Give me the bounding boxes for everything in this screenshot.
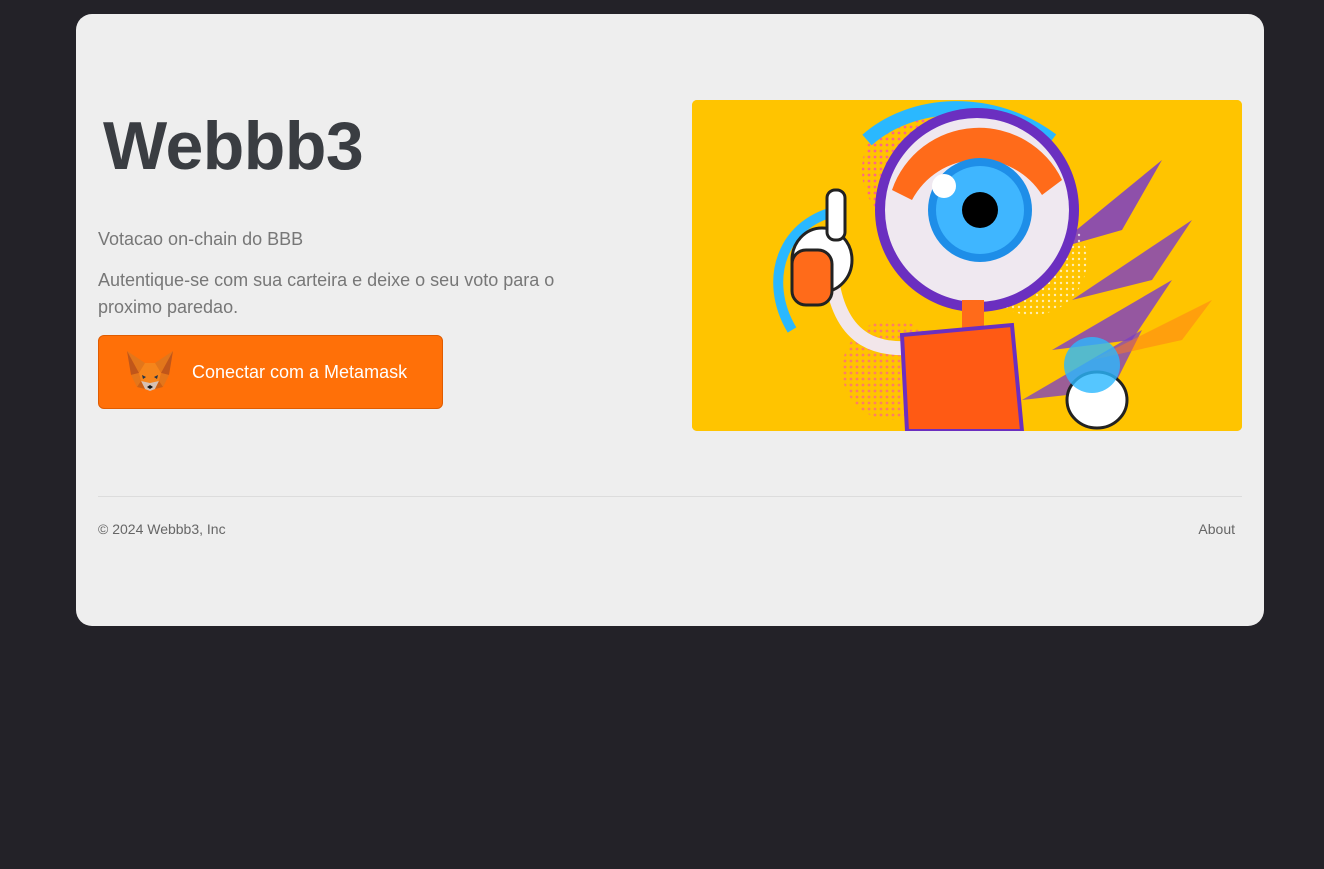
page-subtitle: Votacao on-chain do BBB: [98, 229, 304, 249]
copyright-text: © 2024 Webbb3, Inc: [98, 521, 226, 537]
connect-metamask-button[interactable]: Conectar com a Metamask: [98, 335, 443, 409]
big-brother-eye-mascot-illustration: [692, 100, 1242, 431]
metamask-fox-icon: [127, 351, 173, 391]
footer-divider: [98, 496, 1242, 497]
page-description: Autentique-se com sua carteira e deixe o…: [98, 270, 555, 317]
connect-button-label: Conectar com a Metamask: [192, 362, 408, 382]
page-title: Webbb3: [103, 108, 364, 184]
main-card: Webbb3 Votacao on-chain do BBB Autentiqu…: [76, 14, 1264, 626]
about-link[interactable]: About: [1198, 520, 1235, 538]
